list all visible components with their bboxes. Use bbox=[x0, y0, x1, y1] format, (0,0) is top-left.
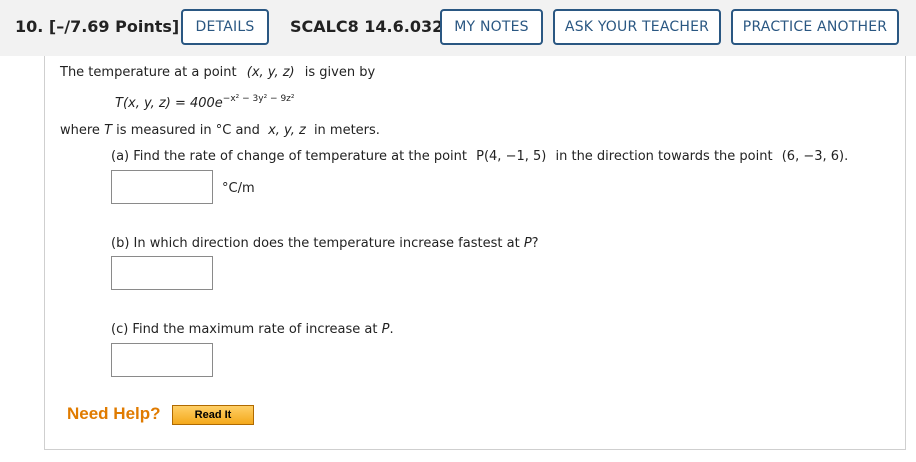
where-prefix: where bbox=[60, 123, 100, 138]
read-it-button[interactable]: Read It bbox=[172, 405, 254, 425]
where-tail: in meters. bbox=[313, 123, 380, 138]
intro-text: The temperature at a point bbox=[60, 65, 237, 80]
part-a-question: (a) Find the rate of change of temperatu… bbox=[111, 149, 848, 164]
part-b-question: (b) In which direction does the temperat… bbox=[111, 236, 539, 251]
need-help-label: Need Help? bbox=[67, 404, 161, 423]
where-line: where T is measured in °C and x, y, z in… bbox=[60, 123, 380, 138]
where-mid: is measured in °C and bbox=[116, 123, 260, 138]
where-T: T bbox=[104, 123, 113, 138]
details-button[interactable]: DETAILS bbox=[181, 9, 269, 45]
part-c-answer-input[interactable] bbox=[111, 343, 213, 377]
intro-line: The temperature at a point (x, y, z) is … bbox=[60, 65, 375, 80]
intro-point: (x, y, z) bbox=[246, 65, 295, 80]
question-number-points: 10. [–/7.69 Points] bbox=[15, 17, 179, 36]
my-notes-button[interactable]: MY NOTES bbox=[440, 9, 543, 45]
problem-code: SCALC8 14.6.032. bbox=[290, 17, 450, 36]
part-b-text: (b) In which direction does the temperat… bbox=[111, 236, 520, 251]
ask-teacher-button[interactable]: ASK YOUR TEACHER bbox=[553, 9, 721, 45]
part-a-prefix: (a) Find the rate of change of temperatu… bbox=[111, 149, 467, 164]
question-panel bbox=[44, 56, 906, 450]
question-number: 10. bbox=[15, 17, 44, 36]
part-a-mid: in the direction towards the point bbox=[555, 149, 773, 164]
practice-another-button[interactable]: PRACTICE ANOTHER bbox=[731, 9, 899, 45]
part-b-q: ? bbox=[531, 236, 539, 251]
part-a-point: P(4, −1, 5) bbox=[476, 149, 547, 164]
part-c-question: (c) Find the maximum rate of increase at… bbox=[111, 322, 394, 337]
question-points: [–/7.69 Points] bbox=[48, 17, 180, 36]
part-c-text: (c) Find the maximum rate of increase at bbox=[111, 322, 378, 337]
part-a-unit: °C/m bbox=[222, 181, 255, 196]
part-a-answer-input[interactable] bbox=[111, 170, 213, 204]
part-b-P: P bbox=[523, 236, 532, 251]
question-header: 10. [–/7.69 Points] DETAILS SCALC8 14.6.… bbox=[0, 0, 916, 56]
part-a-target: (6, −3, 6). bbox=[781, 149, 849, 164]
part-c-dot: . bbox=[389, 322, 394, 337]
formula-lhs: T(x, y, z) = 400e bbox=[115, 96, 223, 111]
formula-exponent: −x² − 3y² − 9z² bbox=[222, 94, 295, 104]
intro-tail: is given by bbox=[304, 65, 376, 80]
temperature-formula: T(x, y, z) = 400e−x² − 3y² − 9z² bbox=[115, 94, 295, 112]
part-b-answer-input[interactable] bbox=[111, 256, 213, 290]
where-vars: x, y, z bbox=[268, 123, 306, 138]
